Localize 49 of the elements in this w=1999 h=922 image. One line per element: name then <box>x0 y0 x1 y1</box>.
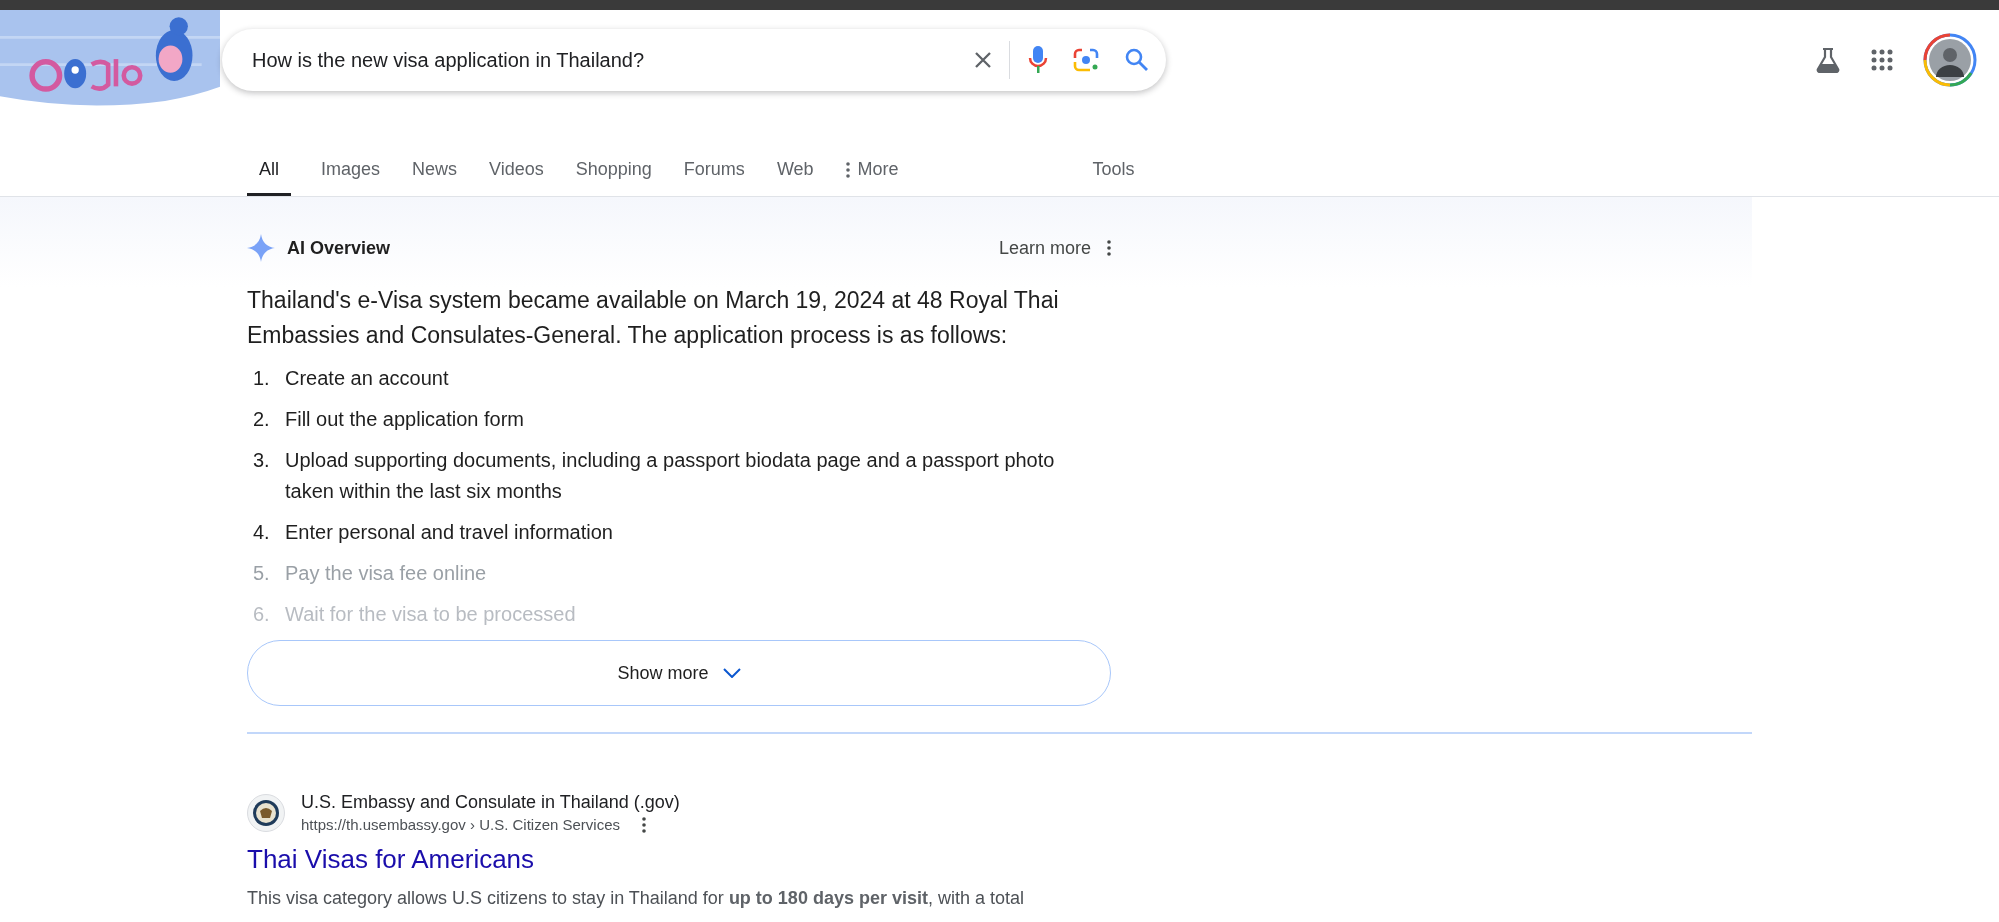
tab[interactable]: Forums <box>681 159 747 196</box>
tab[interactable]: News <box>410 159 460 196</box>
step-number: 6. <box>252 602 271 627</box>
learn-more-link[interactable]: Learn more <box>998 237 1091 259</box>
result-snippet: This visa category allows U.S citizens to stay in Thailand for up to 180 days per visit, with a total <box>247 887 1025 910</box>
tab[interactable]: Images <box>319 159 383 196</box>
account-avatar[interactable] <box>1923 33 1977 87</box>
tab[interactable]: Videos <box>487 159 546 196</box>
chevron-down-icon <box>722 668 741 678</box>
search-button[interactable] <box>1124 47 1150 73</box>
overview-summary: Thailand's e-Visa system became available on March 19, 2024 at 48 Royal Thai Embassies and Consulates-General. The application process is as follows: <box>247 286 1060 350</box>
search-input[interactable]: How is the new visa application in Thailand? <box>250 47 971 73</box>
step-text: Enter personal and travel information <box>285 520 613 545</box>
step-text: Wait for the visa to be processed <box>285 602 576 627</box>
search-box[interactable]: How is the new visa application in Thailand? <box>222 29 1166 91</box>
show-more-button[interactable]: Show more <box>247 640 1111 706</box>
flask-icon <box>1815 47 1841 73</box>
apps-grid-icon <box>1871 49 1893 71</box>
tab[interactable]: Shopping <box>573 159 654 196</box>
more-tab[interactable]: More <box>843 159 901 196</box>
search-icon <box>1124 47 1150 73</box>
voice-search-button[interactable] <box>1028 45 1048 75</box>
step-number: 5. <box>252 561 271 586</box>
site-name: U.S. Embassy and Consulate in Thailand (.gov) <box>301 791 680 814</box>
microphone-icon <box>1028 45 1048 75</box>
seal-favicon-icon <box>247 794 285 832</box>
more-vertical-icon <box>1107 240 1111 256</box>
site-url: https://th.usembassy.gov › U.S. Citizen Services <box>301 815 620 835</box>
result-title-link[interactable]: Thai Visas for Americans <box>247 842 535 876</box>
camera-icon <box>1072 47 1100 73</box>
more-vertical-icon <box>845 161 850 178</box>
lens-button[interactable] <box>1072 47 1100 73</box>
tab[interactable]: Web <box>774 159 816 196</box>
ai-overview-title: AI Overview <box>287 237 391 259</box>
step-number: 1. <box>252 366 271 391</box>
options-button[interactable] <box>1107 240 1111 256</box>
tools-button[interactable]: Tools <box>1090 159 1137 196</box>
labs-button[interactable] <box>1815 47 1841 73</box>
more-vertical-icon <box>642 817 646 833</box>
step-text: Pay the visa fee online <box>285 561 487 586</box>
step-number: 4. <box>252 520 271 545</box>
apps-button[interactable] <box>1871 49 1893 71</box>
step-number: 3. <box>252 448 271 473</box>
step-text: Upload supporting documents, including a passport biodata page and a passport photo taken within the last six months <box>285 448 1056 504</box>
step-number: 2. <box>252 407 271 432</box>
sparkle-icon <box>247 234 275 262</box>
step-text: Create an account <box>285 366 449 391</box>
result-options-button[interactable] <box>642 817 646 833</box>
step-text: Fill out the application form <box>285 407 524 432</box>
